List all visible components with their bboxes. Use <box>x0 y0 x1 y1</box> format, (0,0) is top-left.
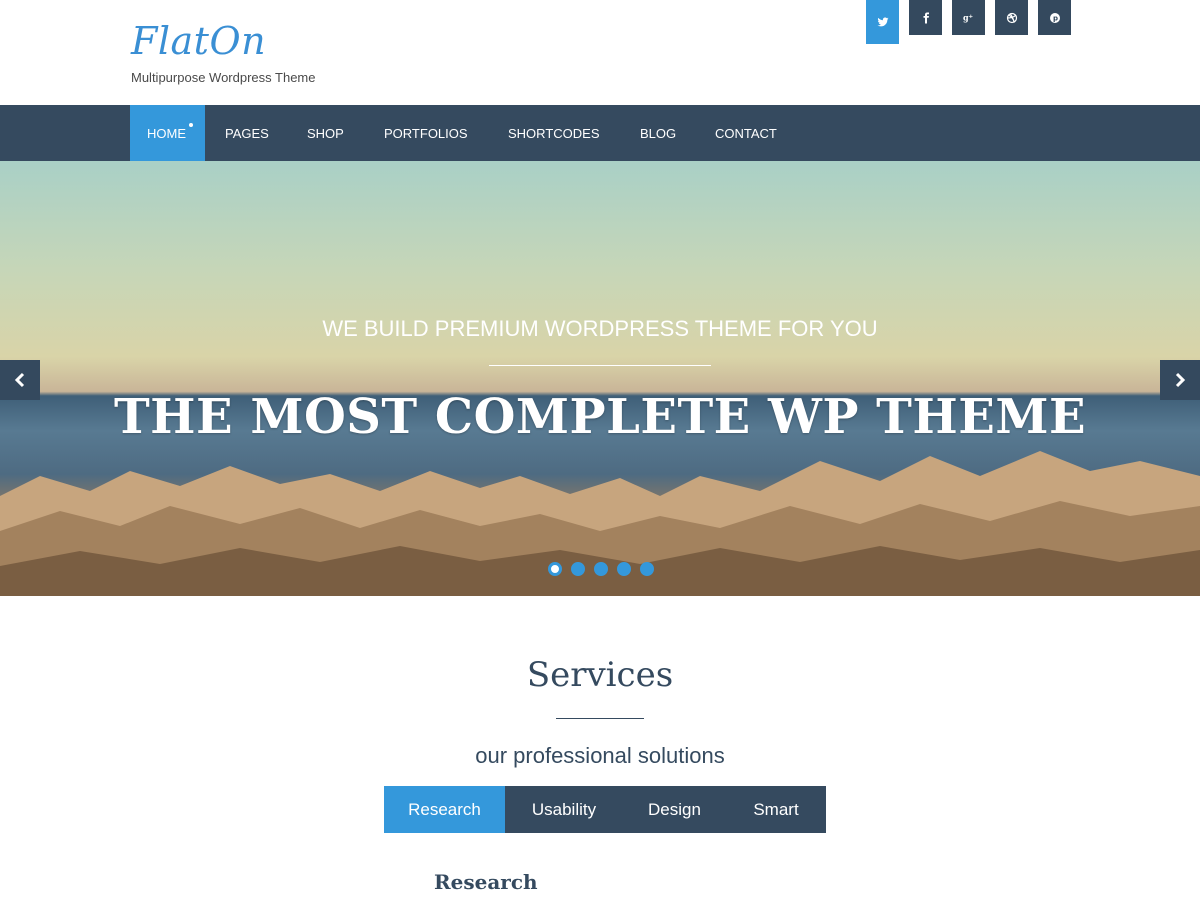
chevron-left-icon <box>14 372 25 388</box>
tab-design[interactable]: Design <box>623 786 726 833</box>
tab-label: Usability <box>531 799 597 819</box>
nav-item-label: SHOP <box>307 125 344 141</box>
nav-item-label: CONTACT <box>715 125 777 141</box>
tab-research[interactable]: Research <box>384 786 505 833</box>
nav-item-pages[interactable]: PAGES <box>205 105 287 161</box>
logo-tagline: Multipurpose Wordpress Theme <box>131 70 316 85</box>
slide-dot-3[interactable] <box>594 562 608 576</box>
slide-dot-1[interactable] <box>548 562 562 576</box>
active-indicator-dot <box>189 123 193 127</box>
hero-title: THE MOST COMPLETE WP THEME <box>113 389 1087 445</box>
tab-label: Research <box>408 799 481 819</box>
nav-item-label: PAGES <box>225 125 269 141</box>
services-tabs: Research Usability Design Smart <box>384 786 826 833</box>
pinterest-icon[interactable]: p <box>1038 0 1071 35</box>
slider-next-button[interactable] <box>1160 360 1200 400</box>
tab-label: Smart <box>753 799 799 819</box>
twitter-icon[interactable] <box>866 0 899 44</box>
chevron-right-icon <box>1175 372 1186 388</box>
slide-dot-2[interactable] <box>571 562 585 576</box>
hero-slider: WE BUILD PREMIUM WORDPRESS THEME FOR YOU… <box>0 161 1200 596</box>
tab-label: Design <box>648 799 701 819</box>
services-divider <box>556 718 644 719</box>
nav-item-contact[interactable]: CONTACT <box>695 105 795 161</box>
nav-item-shop[interactable]: SHOP <box>287 105 364 161</box>
dribbble-icon[interactable] <box>995 0 1028 35</box>
logo-wordmark[interactable]: FlatOn <box>131 18 316 64</box>
site-logo[interactable]: FlatOn Multipurpose Wordpress Theme <box>131 18 316 85</box>
hero-subtitle: WE BUILD PREMIUM WORDPRESS THEME FOR YOU <box>322 316 878 341</box>
services-subtitle: our professional solutions <box>475 743 725 768</box>
main-nav: HOME PAGES SHOP PORTFOLIOS SHORTCODES BL… <box>0 105 1200 161</box>
nav-item-label: SHORTCODES <box>508 125 600 141</box>
slider-prev-button[interactable] <box>0 360 40 400</box>
nav-item-home[interactable]: HOME <box>130 105 205 161</box>
site-header: FlatOn Multipurpose Wordpress Theme g + p <box>0 0 1200 105</box>
svg-text:p: p <box>1053 14 1058 22</box>
svg-text:+: + <box>968 14 973 20</box>
nav-item-label: PORTFOLIOS <box>384 125 468 141</box>
nav-item-portfolios[interactable]: PORTFOLIOS <box>364 105 488 161</box>
nav-item-blog[interactable]: BLOG <box>620 105 695 161</box>
facebook-icon[interactable] <box>909 0 942 35</box>
tab-content-title: Research <box>434 870 538 894</box>
slide-dot-5[interactable] <box>640 562 654 576</box>
social-links: g + p <box>866 0 1081 44</box>
nav-item-label: BLOG <box>640 125 677 141</box>
nav-item-shortcodes[interactable]: SHORTCODES <box>488 105 620 161</box>
services-title: Services <box>526 655 674 695</box>
tab-usability[interactable]: Usability <box>505 786 623 833</box>
slide-dot-4[interactable] <box>617 562 631 576</box>
hero-divider <box>489 365 711 366</box>
google-plus-icon[interactable]: g + <box>952 0 985 35</box>
nav-item-label: HOME <box>147 125 186 141</box>
slider-pagination <box>548 562 663 576</box>
tab-smart[interactable]: Smart <box>726 786 826 833</box>
